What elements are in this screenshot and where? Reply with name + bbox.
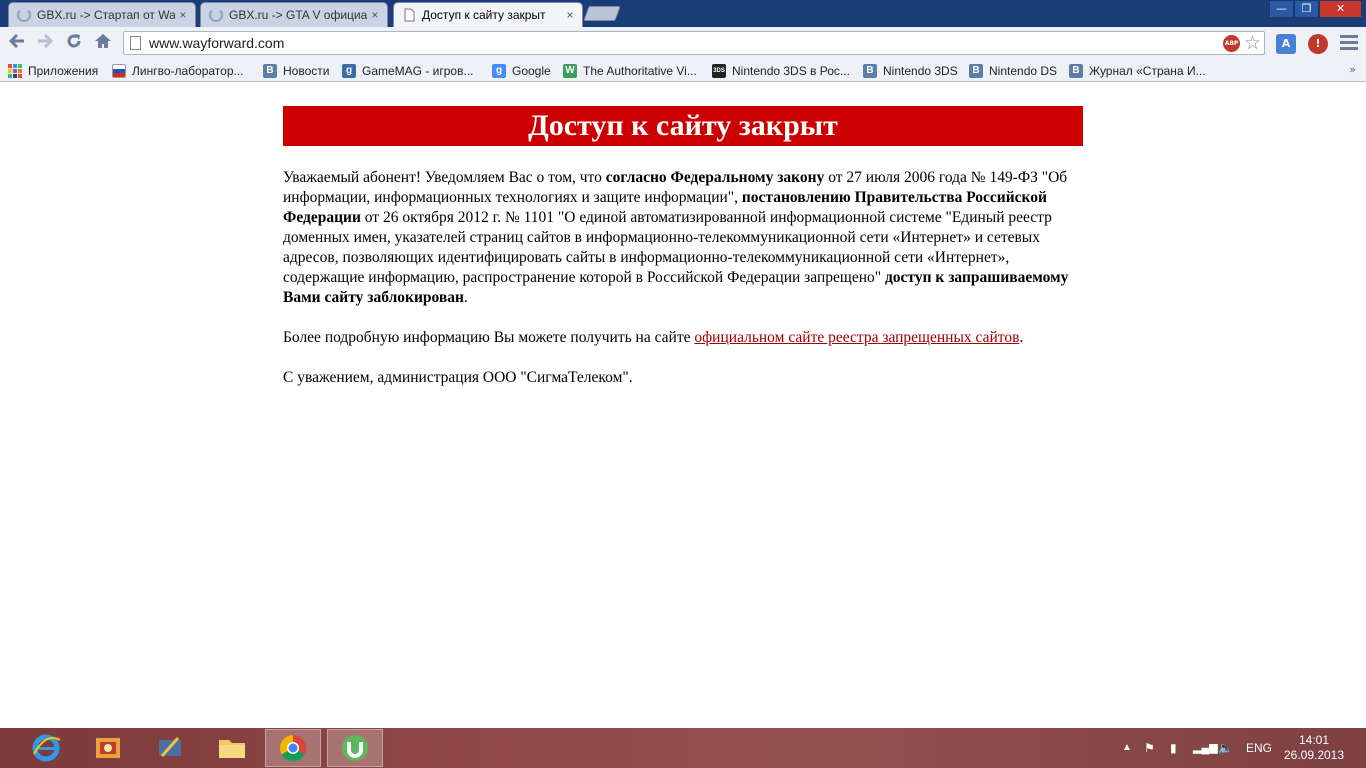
tab-gbx-gta[interactable]: GBX.ru -> GTA V официал ×	[200, 2, 388, 27]
taskbar-media-app[interactable]	[142, 729, 198, 767]
bookmark-apps[interactable]: Приложения	[8, 62, 98, 79]
apps-grid-icon	[8, 63, 22, 78]
vk-icon: B	[863, 63, 877, 78]
bookmark-3ds[interactable]: B Nintendo 3DS	[863, 62, 958, 79]
reload-button[interactable]	[63, 32, 85, 54]
adblock-icon[interactable]: ABP	[1223, 35, 1240, 52]
page-icon	[404, 8, 415, 22]
close-window-button[interactable]: ✕	[1319, 0, 1362, 18]
system-clock[interactable]: 14:01 26.09.2013	[1282, 733, 1346, 763]
tab-title: GBX.ru -> GTA V официал	[229, 8, 367, 22]
info-paragraph: Более подробную информацию Вы можете пол…	[283, 328, 1083, 348]
reload-icon	[67, 34, 81, 48]
chrome-icon	[279, 734, 306, 762]
loading-icon	[17, 8, 31, 22]
bookmark-label: Google	[512, 63, 551, 78]
bookmark-label: GameMAG - игров...	[362, 63, 474, 78]
google-icon: g	[492, 63, 506, 78]
signature-paragraph: С уважением, администрация ООО "СигмаТел…	[283, 369, 633, 386]
notice-bold-law: согласно Федеральному закону	[605, 169, 825, 186]
clock-date: 26.09.2013	[1283, 748, 1345, 762]
tab-title: Доступ к сайту закрыт	[422, 8, 546, 22]
bookmark-label: Лингво-лаборатор...	[132, 63, 244, 78]
address-bar[interactable]: www.wayforward.com ABP ☆	[123, 31, 1265, 55]
home-button[interactable]	[92, 32, 114, 54]
bookmarks-overflow-icon[interactable]: »	[1349, 63, 1356, 76]
vk-icon: B	[1069, 63, 1083, 78]
vk-icon: B	[969, 63, 983, 78]
bookmark-label: Nintendo 3DS в Рос...	[732, 63, 850, 78]
info-text-end: .	[1019, 329, 1024, 346]
media-app-icon	[159, 737, 181, 757]
close-icon[interactable]: ×	[175, 8, 191, 22]
home-icon	[95, 34, 111, 48]
url-text[interactable]: www.wayforward.com	[149, 35, 284, 51]
volume-icon[interactable]: 🔈	[1218, 728, 1233, 768]
bookmark-label: Nintendo 3DS	[883, 63, 958, 78]
chrome-menu-icon[interactable]	[1340, 35, 1358, 51]
internet-explorer-icon	[32, 734, 61, 762]
language-indicator[interactable]: ENG	[1246, 728, 1272, 768]
bookmark-label: The Authoritative Vi...	[583, 63, 697, 78]
taskbar-file-explorer[interactable]	[204, 729, 260, 767]
bookmark-star-icon[interactable]: ☆	[1244, 32, 1261, 54]
network-signal-icon[interactable]: ▂▄▆	[1193, 728, 1218, 768]
bookmark-authoritative[interactable]: W The Authoritative Vi...	[563, 62, 697, 79]
loading-icon	[209, 8, 223, 22]
tab-access-closed[interactable]: Доступ к сайту закрыт ×	[393, 2, 583, 27]
close-icon[interactable]: ×	[367, 8, 383, 22]
minimize-button[interactable]: —	[1269, 0, 1294, 18]
translate-extension-icon[interactable]: A	[1276, 34, 1296, 54]
russian-flag-icon	[112, 63, 126, 78]
forward-arrow-icon	[38, 33, 54, 49]
utility-app-icon	[96, 738, 120, 758]
windows-taskbar: ▲ ⚑ ▮ ▂▄▆ 🔈 ENG 14:01 26.09.2013	[0, 728, 1366, 768]
tab-title: GBX.ru -> Стартап от Way	[37, 8, 175, 22]
bookmark-3ds-russia[interactable]: 3DS Nintendo 3DS в Рос...	[712, 62, 850, 79]
maximize-button[interactable]: ❐	[1294, 0, 1319, 18]
bookmark-ds[interactable]: B Nintendo DS	[969, 62, 1057, 79]
gamemag-icon: g	[342, 63, 356, 78]
bookmark-label: Новости	[283, 63, 330, 78]
notice-paragraph: Уважаемый абонент! Уведомляем Вас о том,…	[283, 168, 1083, 308]
tab-gbx-startup[interactable]: GBX.ru -> Стартап от Way ×	[8, 2, 196, 27]
new-tab-button[interactable]	[583, 6, 621, 21]
bookmark-lingvo[interactable]: Лингво-лаборатор...	[112, 62, 244, 79]
bookmark-novosti[interactable]: B Новости	[263, 62, 329, 79]
3ds-icon: 3DS	[712, 63, 726, 78]
back-button[interactable]	[6, 32, 28, 54]
bookmark-strana-igr[interactable]: B Журнал «Страна И...	[1069, 62, 1206, 79]
notice-text: Уважаемый абонент! Уведомляем Вас о том,…	[283, 169, 606, 186]
taskbar-internet-explorer[interactable]	[18, 729, 74, 767]
page-icon	[130, 36, 141, 50]
bookmark-label: Nintendo DS	[989, 63, 1058, 78]
taskbar-utility-app[interactable]	[80, 729, 136, 767]
registry-link[interactable]: официальном сайте реестра запрещенных са…	[694, 329, 1019, 346]
clock-time: 14:01	[1298, 733, 1330, 747]
notification-extension-icon[interactable]: !	[1308, 34, 1328, 54]
folder-icon	[219, 740, 245, 758]
utorrent-icon	[342, 735, 368, 761]
power-icon[interactable]: ▮	[1170, 728, 1177, 768]
taskbar-utorrent[interactable]	[327, 729, 383, 767]
authoritative-icon: W	[563, 63, 577, 78]
notice-text: .	[463, 289, 468, 306]
bookmarks-bar: Приложения Лингво-лаборатор... B Новости…	[0, 59, 1366, 82]
browser-titlebar: GBX.ru -> Стартап от Way × GBX.ru -> GTA…	[0, 0, 1366, 27]
close-icon[interactable]: ×	[562, 8, 578, 22]
page-content: Доступ к сайту закрыт Уважаемый абонент!…	[283, 106, 1083, 388]
show-hidden-icons-icon[interactable]: ▲	[1122, 728, 1132, 768]
info-text: Более подробную информацию Вы можете пол…	[283, 329, 695, 346]
bookmark-gamemag[interactable]: g GameMAG - игров...	[342, 62, 473, 79]
page-title: Доступ к сайту закрыт	[283, 106, 1083, 146]
back-arrow-icon	[8, 33, 24, 49]
bookmark-label: Журнал «Страна И...	[1089, 63, 1206, 78]
bookmark-label: Приложения	[28, 63, 99, 78]
bookmark-google[interactable]: g Google	[492, 62, 551, 79]
taskbar-chrome[interactable]	[265, 729, 321, 767]
forward-button[interactable]	[34, 32, 56, 54]
vk-icon: B	[263, 63, 277, 78]
action-center-flag-icon[interactable]: ⚑	[1144, 728, 1155, 768]
